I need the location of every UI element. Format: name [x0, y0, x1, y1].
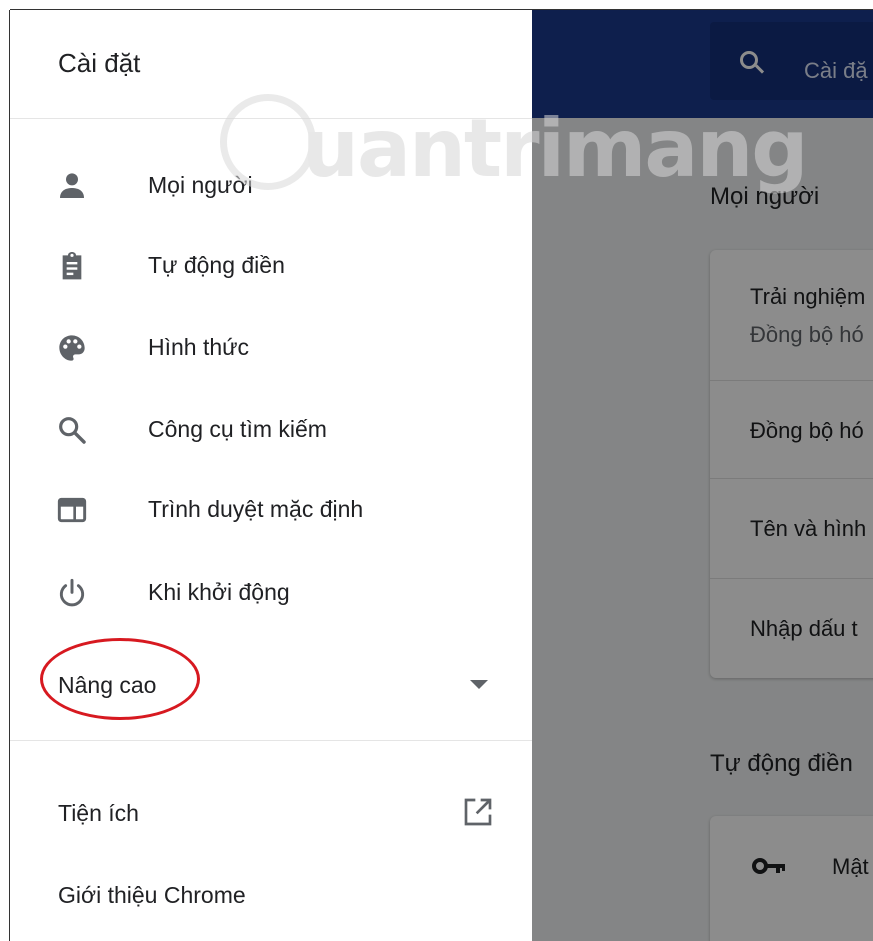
menu-item-label: Tiện ích [58, 800, 139, 826]
palette-icon [59, 335, 85, 361]
caret-down-icon [470, 680, 488, 689]
menu-item-extensions[interactable]: Tiện ích [10, 778, 532, 848]
menu-item-about-chrome[interactable]: Giới thiệu Chrome [10, 860, 532, 930]
menu-item-label: Khi khởi động [148, 579, 290, 605]
menu-item-label: Hình thức [148, 334, 250, 360]
menu-item-autofill[interactable]: Tự động điền [10, 226, 532, 306]
menu-item-on-startup[interactable]: Khi khởi động [10, 553, 532, 633]
drawer-title: Cài đặt [58, 48, 141, 78]
highlight-annotation-oval [40, 638, 200, 720]
menu-item-label: Công cụ tìm kiếm [148, 416, 327, 442]
menu-item-default-browser[interactable]: Trình duyệt mặc định [10, 470, 532, 550]
drawer-divider [10, 118, 532, 119]
drawer-divider [10, 740, 532, 741]
settings-drawer: Cài đặt Mọi người Tự động điền Hình thức… [10, 10, 532, 941]
menu-item-label: Giới thiệu Chrome [58, 882, 246, 908]
person-icon [60, 173, 84, 198]
clipboard-icon [62, 252, 82, 280]
browser-window-icon [57, 497, 87, 523]
menu-item-label: Tự động điền [148, 252, 285, 278]
settings-window: Cài đặ Mọi người Trải nghiệm Đồng bộ hó … [10, 10, 873, 941]
menu-item-label: Trình duyệt mặc định [148, 496, 364, 522]
modal-scrim[interactable] [532, 10, 873, 941]
settings-main-content: Cài đặ Mọi người Trải nghiệm Đồng bộ hó … [532, 10, 873, 941]
menu-item-appearance[interactable]: Hình thức [10, 308, 532, 388]
menu-item-label: Mọi người [148, 172, 253, 198]
open-in-new-icon [464, 798, 492, 826]
power-icon [59, 578, 85, 607]
menu-item-people[interactable]: Mọi người [10, 146, 532, 226]
search-icon [59, 417, 86, 444]
menu-item-search-engine[interactable]: Công cụ tìm kiếm [10, 390, 532, 470]
